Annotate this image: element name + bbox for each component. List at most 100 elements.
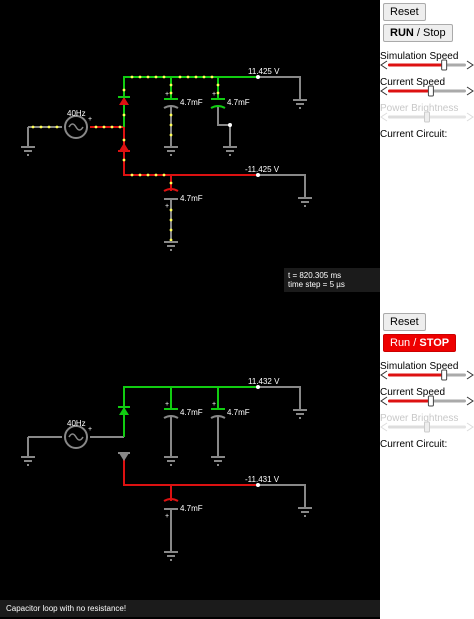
- sidebar: Reset RUN / Stop Simulation Speed Curren…: [380, 0, 474, 310]
- current-circuit-label: Current Circuit:: [380, 439, 448, 450]
- chevron-left-icon: [380, 60, 388, 70]
- capacitor-2-label: 4.7mF: [227, 408, 250, 417]
- diode-positive[interactable]: [119, 407, 129, 415]
- svg-text:+: +: [165, 401, 169, 408]
- circuit-canvas[interactable]: 40Hz + + 4.7mF + 4.7mF + 4.7mF 11.425 V …: [0, 0, 380, 310]
- ground-icon: [164, 146, 178, 156]
- svg-text:+: +: [212, 401, 216, 408]
- slider-knob: [424, 421, 430, 433]
- run-label: Run: [390, 337, 411, 349]
- ground-icon: [298, 507, 312, 517]
- capacitor-3-label: 4.7mF: [180, 194, 203, 203]
- chevron-left-icon: [380, 370, 388, 380]
- slider-knob: [427, 85, 434, 97]
- negative-load-wire[interactable]: [258, 174, 306, 198]
- chevron-left-icon: [380, 112, 388, 122]
- power-brightness-slider: [380, 420, 474, 433]
- slider-fill: [388, 63, 445, 67]
- ground-icon: [164, 241, 178, 251]
- circuit-canvas[interactable]: 40Hz + + 4.7mF + 4.7mF + 4.7mF 11.432 V …: [0, 310, 380, 619]
- circuit-diagram[interactable]: 40Hz + + 4.7mF + 4.7mF + 4.7mF 11.425 V …: [0, 0, 380, 310]
- cap2-bottom-wire[interactable]: [217, 107, 231, 147]
- slider-fill: [388, 399, 431, 403]
- negative-voltage-label: -11.425 V: [245, 165, 280, 174]
- chevron-right-icon: [466, 422, 474, 432]
- chevron-right-icon: [466, 86, 474, 96]
- status-bar: Capacitor loop with no resistance!: [0, 600, 380, 617]
- chevron-left-icon: [380, 396, 388, 406]
- source-frequency-label: 40Hz: [67, 109, 86, 118]
- chevron-left-icon: [380, 86, 388, 96]
- capacitor-3-label: 4.7mF: [180, 504, 203, 513]
- slider-fill: [388, 425, 427, 429]
- capacitor-1-label: 4.7mF: [180, 98, 203, 107]
- ground-icon: [164, 456, 178, 466]
- capacitor-1-label: 4.7mF: [180, 408, 203, 417]
- source-frequency-label: 40Hz: [67, 419, 86, 428]
- time-readout: t = 820.305 ms: [288, 271, 342, 280]
- diode-negative[interactable]: [119, 143, 129, 151]
- simulation-info: t = 820.305 ms time step = 5 µs: [284, 268, 380, 292]
- slider-knob: [424, 111, 430, 123]
- sine-icon: [68, 123, 84, 131]
- positive-voltage-label: 11.432 V: [248, 377, 280, 386]
- svg-text:+: +: [165, 203, 169, 210]
- ground-icon: [298, 197, 312, 207]
- slider-knob: [441, 59, 448, 71]
- run-stop-separator: /: [410, 337, 420, 349]
- positive-load-wire[interactable]: [258, 76, 301, 100]
- source-plus-sign: +: [88, 426, 92, 433]
- diode-negative[interactable]: [119, 453, 129, 461]
- positive-load-wire[interactable]: [258, 386, 301, 410]
- capacitor-2-label: 4.7mF: [227, 98, 250, 107]
- timestep-readout: time step = 5 µs: [288, 280, 345, 289]
- negative-voltage-label: -11.431 V: [245, 475, 280, 484]
- diode-positive[interactable]: [119, 97, 129, 105]
- ground-icon: [164, 551, 178, 561]
- negative-rail[interactable]: [123, 127, 258, 176]
- run-stop-button[interactable]: RUN / Stop: [383, 24, 453, 42]
- chevron-right-icon: [466, 112, 474, 122]
- chevron-left-icon: [380, 422, 388, 432]
- chevron-right-icon: [466, 396, 474, 406]
- chevron-right-icon: [466, 60, 474, 70]
- source-plus-sign: +: [88, 116, 92, 123]
- svg-text:+: +: [165, 91, 169, 98]
- probe-terminal[interactable]: [228, 123, 232, 127]
- slider-fill: [388, 89, 431, 93]
- run-stop-button[interactable]: Run / STOP: [383, 334, 457, 352]
- negative-rail[interactable]: [123, 453, 258, 486]
- svg-text:+: +: [165, 513, 169, 520]
- reset-button[interactable]: Reset: [383, 3, 426, 21]
- sine-icon: [68, 433, 84, 441]
- ground-icon: [293, 99, 307, 109]
- current-speed-slider[interactable]: [380, 84, 474, 97]
- ground-icon: [211, 456, 225, 466]
- slider-fill: [388, 373, 445, 377]
- current-speed-slider[interactable]: [380, 394, 474, 407]
- svg-text:+: +: [212, 91, 216, 98]
- chevron-right-icon: [466, 370, 474, 380]
- current-circuit-label: Current Circuit:: [380, 129, 448, 140]
- ground-icon: [223, 146, 237, 156]
- ground-icon: [293, 409, 307, 419]
- ground-icon: [21, 146, 35, 156]
- power-brightness-slider: [380, 110, 474, 123]
- top-panel: 40Hz + + 4.7mF + 4.7mF + 4.7mF 11.425 V …: [0, 0, 474, 310]
- slider-knob: [427, 395, 434, 407]
- stop-label: STOP: [419, 337, 450, 349]
- stop-label: Stop: [423, 27, 446, 39]
- run-label: RUN: [390, 27, 414, 39]
- negative-load-wire[interactable]: [258, 484, 306, 508]
- ground-icon: [21, 456, 35, 466]
- bottom-panel: 40Hz + + 4.7mF + 4.7mF + 4.7mF 11.432 V …: [0, 310, 474, 619]
- slider-knob: [441, 369, 448, 381]
- circuit-diagram[interactable]: 40Hz + + 4.7mF + 4.7mF + 4.7mF 11.432 V …: [0, 310, 380, 619]
- simulation-speed-slider[interactable]: [380, 58, 474, 71]
- slider-fill: [388, 115, 427, 119]
- positive-voltage-label: 11.425 V: [248, 67, 280, 76]
- reset-button[interactable]: Reset: [383, 313, 426, 331]
- run-stop-separator: /: [413, 27, 424, 39]
- sidebar: Reset Run / STOP Simulation Speed Curren…: [380, 310, 474, 619]
- simulation-speed-slider[interactable]: [380, 368, 474, 381]
